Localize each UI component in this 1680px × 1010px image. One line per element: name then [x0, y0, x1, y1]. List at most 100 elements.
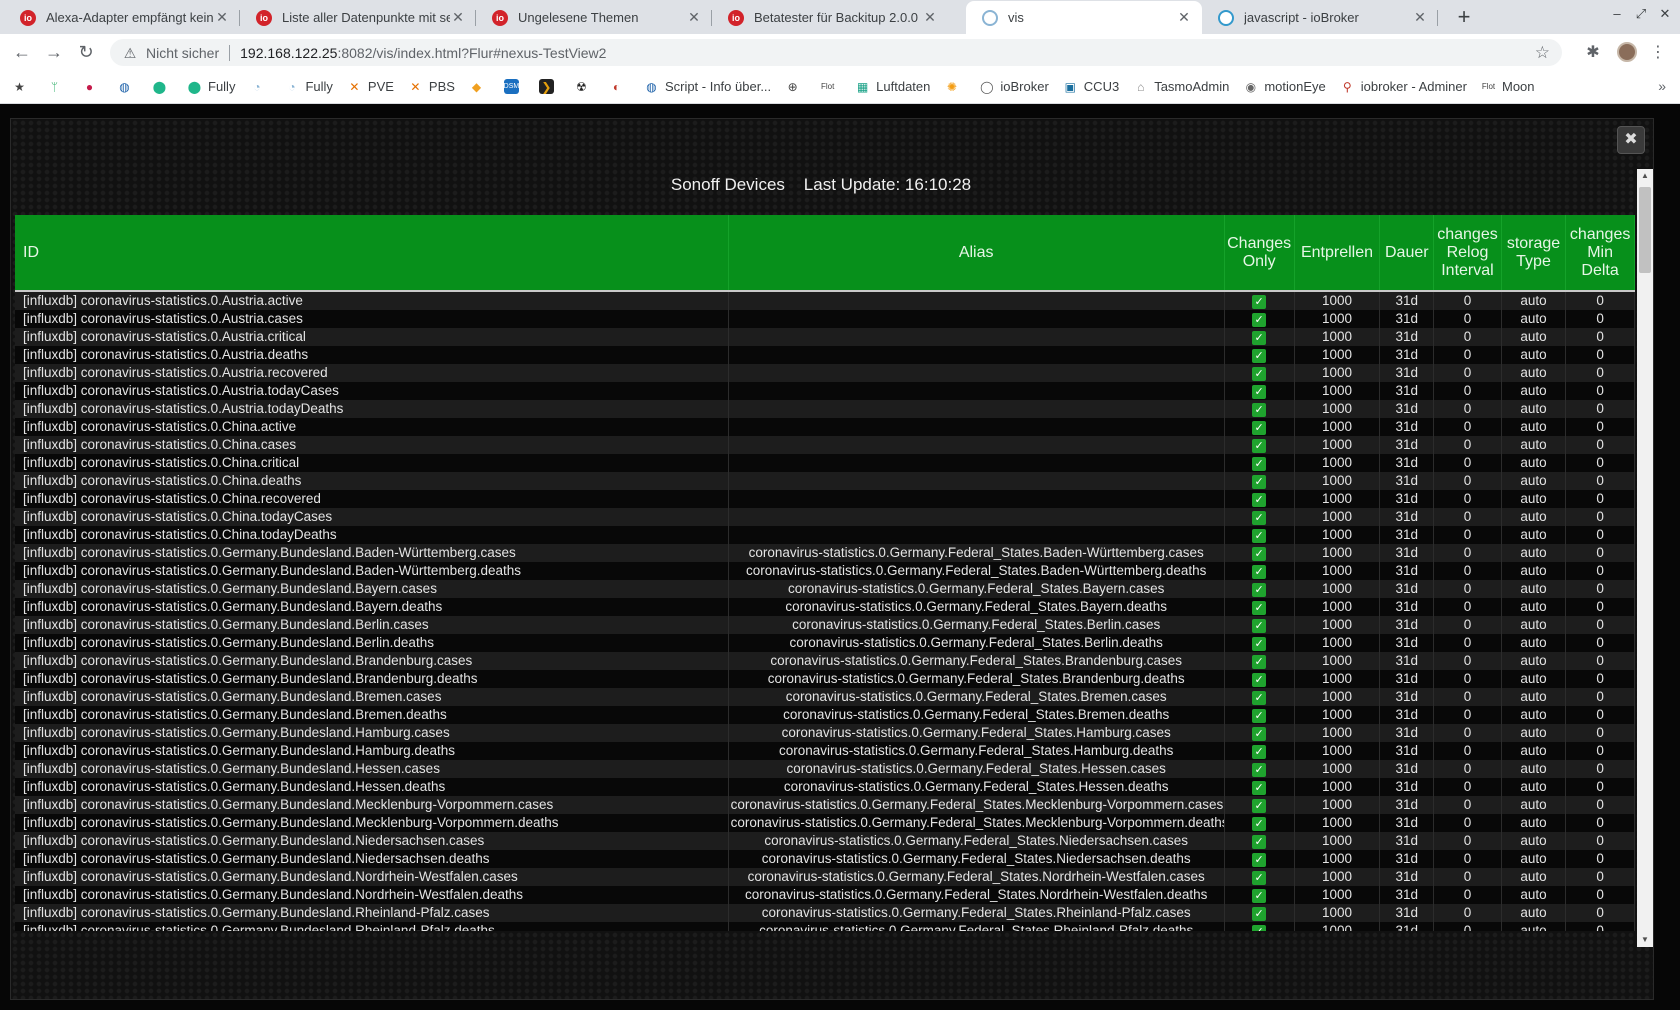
table-row[interactable]: [influxdb] coronavirus-statistics.0.Aust…	[15, 382, 1635, 400]
table-row[interactable]: [influxdb] coronavirus-statistics.0.Aust…	[15, 310, 1635, 328]
bookmark-20[interactable]: ◯ ioBroker	[979, 79, 1049, 94]
table-row[interactable]: [influxdb] coronavirus-statistics.0.Chin…	[15, 454, 1635, 472]
bookmark-6[interactable]: ◔	[249, 79, 270, 94]
table-row[interactable]: [influxdb] coronavirus-statistics.0.Aust…	[15, 328, 1635, 346]
minimize-icon[interactable]: –	[1606, 6, 1628, 21]
column-header-changes-relog[interactable]: changes Relog Interval	[1433, 215, 1502, 292]
security-label[interactable]: Nicht sicher	[146, 45, 219, 61]
tab-5[interactable]: javascript - ioBroker ✕	[1202, 1, 1438, 34]
table-row[interactable]: [influxdb] coronavirus-statistics.0.Germ…	[15, 652, 1635, 670]
table-row[interactable]: [influxdb] coronavirus-statistics.0.Germ…	[15, 670, 1635, 688]
close-icon[interactable]: ✕	[450, 9, 466, 26]
table-row[interactable]: [influxdb] coronavirus-statistics.0.Germ…	[15, 886, 1635, 904]
table-row[interactable]: [influxdb] coronavirus-statistics.0.Chin…	[15, 472, 1635, 490]
table-row[interactable]: [influxdb] coronavirus-statistics.0.Germ…	[15, 904, 1635, 922]
table-row[interactable]: [influxdb] coronavirus-statistics.0.Germ…	[15, 688, 1635, 706]
table-row[interactable]: [influxdb] coronavirus-statistics.0.Germ…	[15, 742, 1635, 760]
bookmark-0[interactable]: ★	[12, 79, 33, 94]
bookmark-22[interactable]: ⌂ TasmoAdmin	[1133, 79, 1229, 94]
bookmark-21[interactable]: ▣ CCU3	[1063, 79, 1120, 94]
window-close-icon[interactable]: ✕	[1654, 6, 1676, 22]
scroll-thumb[interactable]	[1639, 187, 1651, 273]
table-row[interactable]: [influxdb] coronavirus-statistics.0.Germ…	[15, 562, 1635, 580]
tab-1[interactable]: io Liste aller Datenpunkte mit se ✕	[240, 1, 476, 34]
close-icon[interactable]: ✕	[1176, 9, 1192, 26]
table-row[interactable]: [influxdb] coronavirus-statistics.0.Germ…	[15, 868, 1635, 886]
menu-kebab-icon[interactable]: ⋮	[1648, 42, 1668, 62]
table-row[interactable]: [influxdb] coronavirus-statistics.0.Chin…	[15, 526, 1635, 544]
close-icon[interactable]: ✕	[686, 9, 702, 26]
tab-2[interactable]: io Ungelesene Themen ✕	[476, 1, 712, 34]
table-row[interactable]: [influxdb] coronavirus-statistics.0.Chin…	[15, 490, 1635, 508]
bookmark-17[interactable]: Flot	[820, 79, 841, 94]
table-row[interactable]: [influxdb] coronavirus-statistics.0.Chin…	[15, 418, 1635, 436]
extensions-icon[interactable]: ✱	[1583, 42, 1603, 62]
reload-icon[interactable]: ↻	[74, 40, 98, 64]
scroll-up-arrow-icon[interactable]: ▲	[1637, 169, 1653, 183]
column-header-storage-type[interactable]: storage Type	[1501, 215, 1567, 292]
table-row[interactable]: [influxdb] coronavirus-statistics.0.Germ…	[15, 724, 1635, 742]
table-row[interactable]: [influxdb] coronavirus-statistics.0.Aust…	[15, 400, 1635, 418]
table-row[interactable]: [influxdb] coronavirus-statistics.0.Aust…	[15, 291, 1635, 310]
scrollbar[interactable]: ▲ ▼	[1637, 169, 1653, 947]
forward-arrow-icon[interactable]: →	[42, 40, 66, 64]
datapoints-table-viewport[interactable]: ID Alias Changes Only Entprellen Dauer c…	[15, 215, 1635, 931]
warning-icon[interactable]: ⚠	[122, 45, 138, 61]
bookmark-1[interactable]: ᛘ	[47, 79, 68, 94]
table-row[interactable]: [influxdb] coronavirus-statistics.0.Germ…	[15, 814, 1635, 832]
bookmark-14[interactable]: ◐	[609, 79, 630, 94]
table-row[interactable]: [influxdb] coronavirus-statistics.0.Germ…	[15, 634, 1635, 652]
table-row[interactable]: [influxdb] coronavirus-statistics.0.Germ…	[15, 580, 1635, 598]
table-row[interactable]: [influxdb] coronavirus-statistics.0.Germ…	[15, 850, 1635, 868]
column-header-dauer[interactable]: Dauer	[1379, 215, 1435, 292]
bookmark-18[interactable]: ▦ Luftdaten	[855, 79, 930, 94]
column-header-changes-only[interactable]: Changes Only	[1224, 215, 1295, 292]
bookmark-24[interactable]: ⚲ iobroker - Adminer	[1340, 79, 1467, 94]
bookmark-2[interactable]: ●	[82, 79, 103, 94]
bookmark-7[interactable]: ◔ Fully	[284, 79, 333, 94]
scroll-down-arrow-icon[interactable]: ▼	[1637, 933, 1653, 947]
close-icon[interactable]: ✕	[1412, 9, 1428, 26]
bookmark-star-icon[interactable]: ☆	[1535, 43, 1550, 63]
table-row[interactable]: [influxdb] coronavirus-statistics.0.Germ…	[15, 616, 1635, 634]
address-bar[interactable]: ⚠ Nicht sicher 192.168.122.25 :8082/vis/…	[110, 39, 1562, 66]
tab-4-active[interactable]: vis ✕	[966, 1, 1202, 34]
table-row[interactable]: [influxdb] coronavirus-statistics.0.Germ…	[15, 544, 1635, 562]
bookmark-10[interactable]: ◆	[469, 79, 490, 94]
restore-icon[interactable]: ⤢	[1630, 6, 1652, 22]
table-row[interactable]: [influxdb] coronavirus-statistics.0.Germ…	[15, 778, 1635, 796]
bookmark-4[interactable]: ⬤	[152, 79, 173, 94]
bookmark-19[interactable]: ✺	[944, 79, 965, 94]
bookmark-16[interactable]: ⊕	[785, 79, 806, 94]
bookmark-9[interactable]: ✕ PBS	[408, 79, 455, 94]
column-header-min-delta[interactable]: changes Min Delta	[1565, 215, 1635, 292]
new-tab-button[interactable]: +	[1452, 6, 1476, 30]
table-row[interactable]: [influxdb] coronavirus-statistics.0.Aust…	[15, 364, 1635, 382]
bookmark-23[interactable]: ◉ motionEye	[1243, 79, 1326, 94]
back-arrow-icon[interactable]: ←	[10, 40, 34, 64]
table-row[interactable]: [influxdb] coronavirus-statistics.0.Germ…	[15, 598, 1635, 616]
bookmark-15[interactable]: ◍ Script - Info über...	[644, 79, 771, 94]
bookmark-3[interactable]: ◍	[117, 79, 138, 94]
table-row[interactable]: [influxdb] coronavirus-statistics.0.Aust…	[15, 346, 1635, 364]
table-row[interactable]: [influxdb] coronavirus-statistics.0.Chin…	[15, 436, 1635, 454]
dialog-close-button[interactable]: ✖	[1617, 126, 1645, 154]
avatar[interactable]	[1617, 42, 1637, 62]
table-row[interactable]: [influxdb] coronavirus-statistics.0.Germ…	[15, 796, 1635, 814]
bookmark-8[interactable]: ✕ PVE	[347, 79, 394, 94]
table-row[interactable]: [influxdb] coronavirus-statistics.0.Germ…	[15, 760, 1635, 778]
bookmark-11[interactable]: DSM	[504, 79, 525, 94]
column-header-alias[interactable]: Alias	[728, 215, 1225, 292]
column-header-entprellen[interactable]: Entprellen	[1294, 215, 1381, 292]
chevron-double-right-icon[interactable]: »	[1658, 78, 1666, 94]
bookmark-13[interactable]: ☢	[574, 79, 595, 94]
close-icon[interactable]: ✕	[922, 9, 938, 26]
bookmark-12[interactable]: ❯	[538, 79, 560, 94]
tab-3[interactable]: io Betatester für Backitup 2.0.0 g ✕	[712, 1, 948, 34]
tab-0[interactable]: io Alexa-Adapter empfängt kein ✕	[4, 1, 240, 34]
close-icon[interactable]: ✕	[214, 9, 230, 26]
table-row[interactable]: [influxdb] coronavirus-statistics.0.Chin…	[15, 508, 1635, 526]
table-row[interactable]: [influxdb] coronavirus-statistics.0.Germ…	[15, 832, 1635, 850]
table-row[interactable]: [influxdb] coronavirus-statistics.0.Germ…	[15, 922, 1635, 931]
bookmark-5[interactable]: ⬤ Fully	[187, 79, 236, 94]
